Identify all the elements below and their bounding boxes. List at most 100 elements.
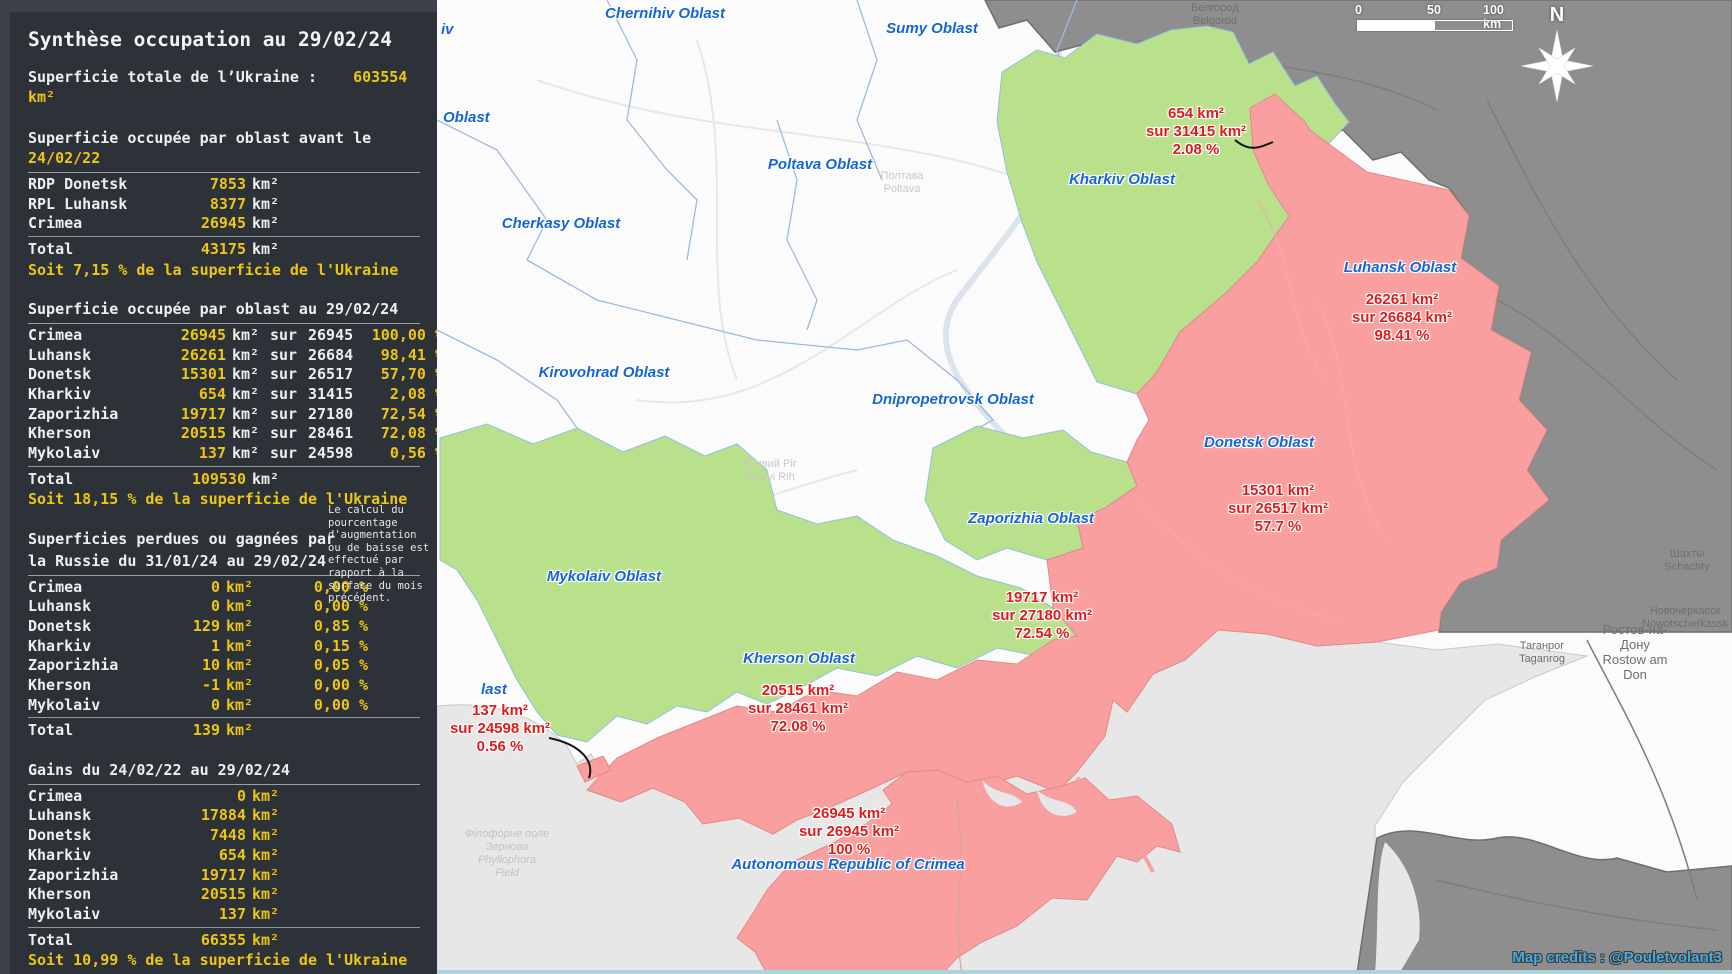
map-credits: Map credits : @Pouletvolant3	[1512, 949, 1722, 966]
section-title: Superficie occupée par oblast au 29/02/2…	[28, 300, 420, 324]
label-donetsk-oblast: Donetsk Oblast	[1204, 434, 1314, 451]
oblast-name: Luhansk	[28, 597, 156, 617]
label-shakhty-city: ШахтыSchachty	[1664, 548, 1709, 574]
annotation-zaporizhia: 19717 km²sur 27180 km²72.54 %	[992, 589, 1092, 643]
delta-percent: 0,15 %	[272, 637, 368, 657]
occupied-area: 20515	[166, 424, 226, 444]
oblast-name: Zaporizhia	[28, 866, 178, 886]
occupied-area: 15301	[166, 365, 226, 385]
oblast-name: RPL Luhansk	[28, 195, 178, 215]
table-row: Mykolaiv 137 km² sur 24598 0,56 %	[28, 444, 428, 464]
label-zaporizhia-oblast: Zaporizhia Oblast	[968, 510, 1094, 527]
table-row: Zaporizhia 10 km² 0,05 %	[28, 656, 428, 676]
label-luhansk-oblast: Luhansk Oblast	[1344, 259, 1457, 276]
label-kyiv-partial: iv	[441, 21, 454, 38]
annotation-crimea: 26945 km²sur 26945 km²100 %	[799, 805, 899, 859]
occupied-percent: 100,00 %	[370, 326, 444, 346]
label-sumy-oblast: Sumy Oblast	[886, 20, 978, 37]
oblast-name: Mykolaiv	[28, 905, 178, 925]
total-row: Total 43175 km²	[28, 240, 428, 260]
scale-bar: 0 50 100 km	[1355, 3, 1525, 33]
table-row: Kharkiv 654 km²	[28, 846, 428, 866]
scale-bar-rule	[1357, 20, 1513, 31]
oblast-name: Donetsk	[28, 617, 156, 637]
table-row: Luhansk 17884 km²	[28, 806, 428, 826]
oblast-name: Crimea	[28, 578, 156, 598]
delta-percent: 0,05 %	[272, 656, 368, 676]
area-unit: km²	[252, 905, 428, 925]
oblast-name: Mykolaiv	[28, 444, 160, 464]
label-rostov-city: Ростов-на-Дону Rostow amDon	[1602, 622, 1667, 682]
table-row: RDP Donetsk 7853 km²	[28, 175, 428, 195]
table-row: Luhansk 26261 km² sur 26684 98,41 %	[28, 346, 428, 366]
label-kherson-oblast: Kherson Oblast	[743, 650, 855, 667]
oblast-name: Kherson	[28, 424, 160, 444]
annotation-kherson: 20515 km²sur 28461 km²72.08 %	[748, 682, 848, 736]
gain-value: 137	[184, 905, 246, 925]
annotation-luhansk: 26261 km²sur 26684 km²98.41 %	[1352, 291, 1452, 345]
scale-tick-50: 50	[1427, 3, 1441, 17]
label-poltava-city: ПолтаваPoltava	[880, 170, 923, 196]
total-value: 66355	[184, 931, 246, 951]
delta-value: 129	[162, 617, 220, 637]
oblast-total-area: 26684	[308, 346, 364, 366]
area-unit: km²	[252, 846, 428, 866]
area-unit: km²	[226, 696, 266, 716]
area-unit: km²	[252, 175, 428, 195]
label-belgorod-city: БелгородBelgorod	[1191, 2, 1239, 28]
section-title: Gains du 24/02/22 au 29/02/24	[28, 761, 420, 785]
area-unit: km²	[252, 885, 428, 905]
occupied-percent: 2,08 %	[370, 385, 444, 405]
oblast-name: Kharkiv	[28, 846, 178, 866]
total-row: Total 66355 km²	[28, 931, 428, 951]
gain-value: 7448	[184, 826, 246, 846]
oblast-name: Kharkiv	[28, 637, 156, 657]
oblast-total-area: 26945	[308, 326, 364, 346]
area-unit: km²	[252, 866, 428, 886]
sur-word: sur	[270, 385, 302, 405]
table-row: Kherson -1 km² 0,00 %	[28, 676, 428, 696]
stats-panel: Synthèse occupation au 29/02/24 Superfic…	[0, 0, 437, 974]
table-row: Crimea 26945 km² sur 26945 100,00 %	[28, 326, 428, 346]
total-unit: km²	[252, 470, 428, 490]
area-unit: km²	[252, 806, 428, 826]
ukraine-map-graphic	[437, 0, 1732, 974]
table-row: Kherson 20515 km² sur 28461 72,08 %	[28, 424, 428, 444]
gain-value: 0	[184, 787, 246, 807]
oblast-name: Zaporizhia	[28, 405, 160, 425]
delta-value: 1	[162, 637, 220, 657]
area-unit: km²	[232, 326, 264, 346]
compass-rose-icon: N	[1515, 4, 1599, 108]
oblast-total-area: 31415	[308, 385, 364, 405]
delta-value: 10	[162, 656, 220, 676]
area-unit: km²	[252, 826, 428, 846]
area-unit: km²	[232, 365, 264, 385]
section-title: Superficie occupée par oblast avant le 2…	[28, 129, 420, 172]
gain-value: 20515	[184, 885, 246, 905]
panel-title: Synthèse occupation au 29/02/24	[28, 28, 428, 52]
area-unit: km²	[226, 676, 266, 696]
label-chernihiv-oblast: Chernihiv Oblast	[605, 5, 725, 22]
table-row: Mykolaiv 137 km²	[28, 905, 428, 925]
oblast-name: Kharkiv	[28, 385, 160, 405]
delta-percent: 0,00 %	[272, 676, 368, 696]
total-value: 109530	[184, 470, 246, 490]
divider	[28, 236, 420, 237]
divider	[28, 717, 420, 718]
area-unit: km²	[226, 637, 266, 657]
area-unit: km²	[232, 424, 264, 444]
total-label: Total	[28, 721, 156, 741]
oblast-name: Kherson	[28, 885, 178, 905]
oblast-name: Luhansk	[28, 806, 178, 826]
sur-word: sur	[270, 405, 302, 425]
area-unit: km²	[252, 787, 428, 807]
table-row: Donetsk 129 km² 0,85 %	[28, 617, 428, 637]
oblast-name: Crimea	[28, 787, 178, 807]
occupied-percent: 0,56 %	[370, 444, 444, 464]
delta-value: 0	[162, 578, 220, 598]
total-unit: km²	[252, 931, 428, 951]
total-unit: km²	[252, 240, 428, 260]
occupied-area: 26945	[166, 326, 226, 346]
summary-line: Soit 7,15 % de la superficie de l'Ukrain…	[28, 261, 428, 281]
divider	[28, 466, 420, 467]
